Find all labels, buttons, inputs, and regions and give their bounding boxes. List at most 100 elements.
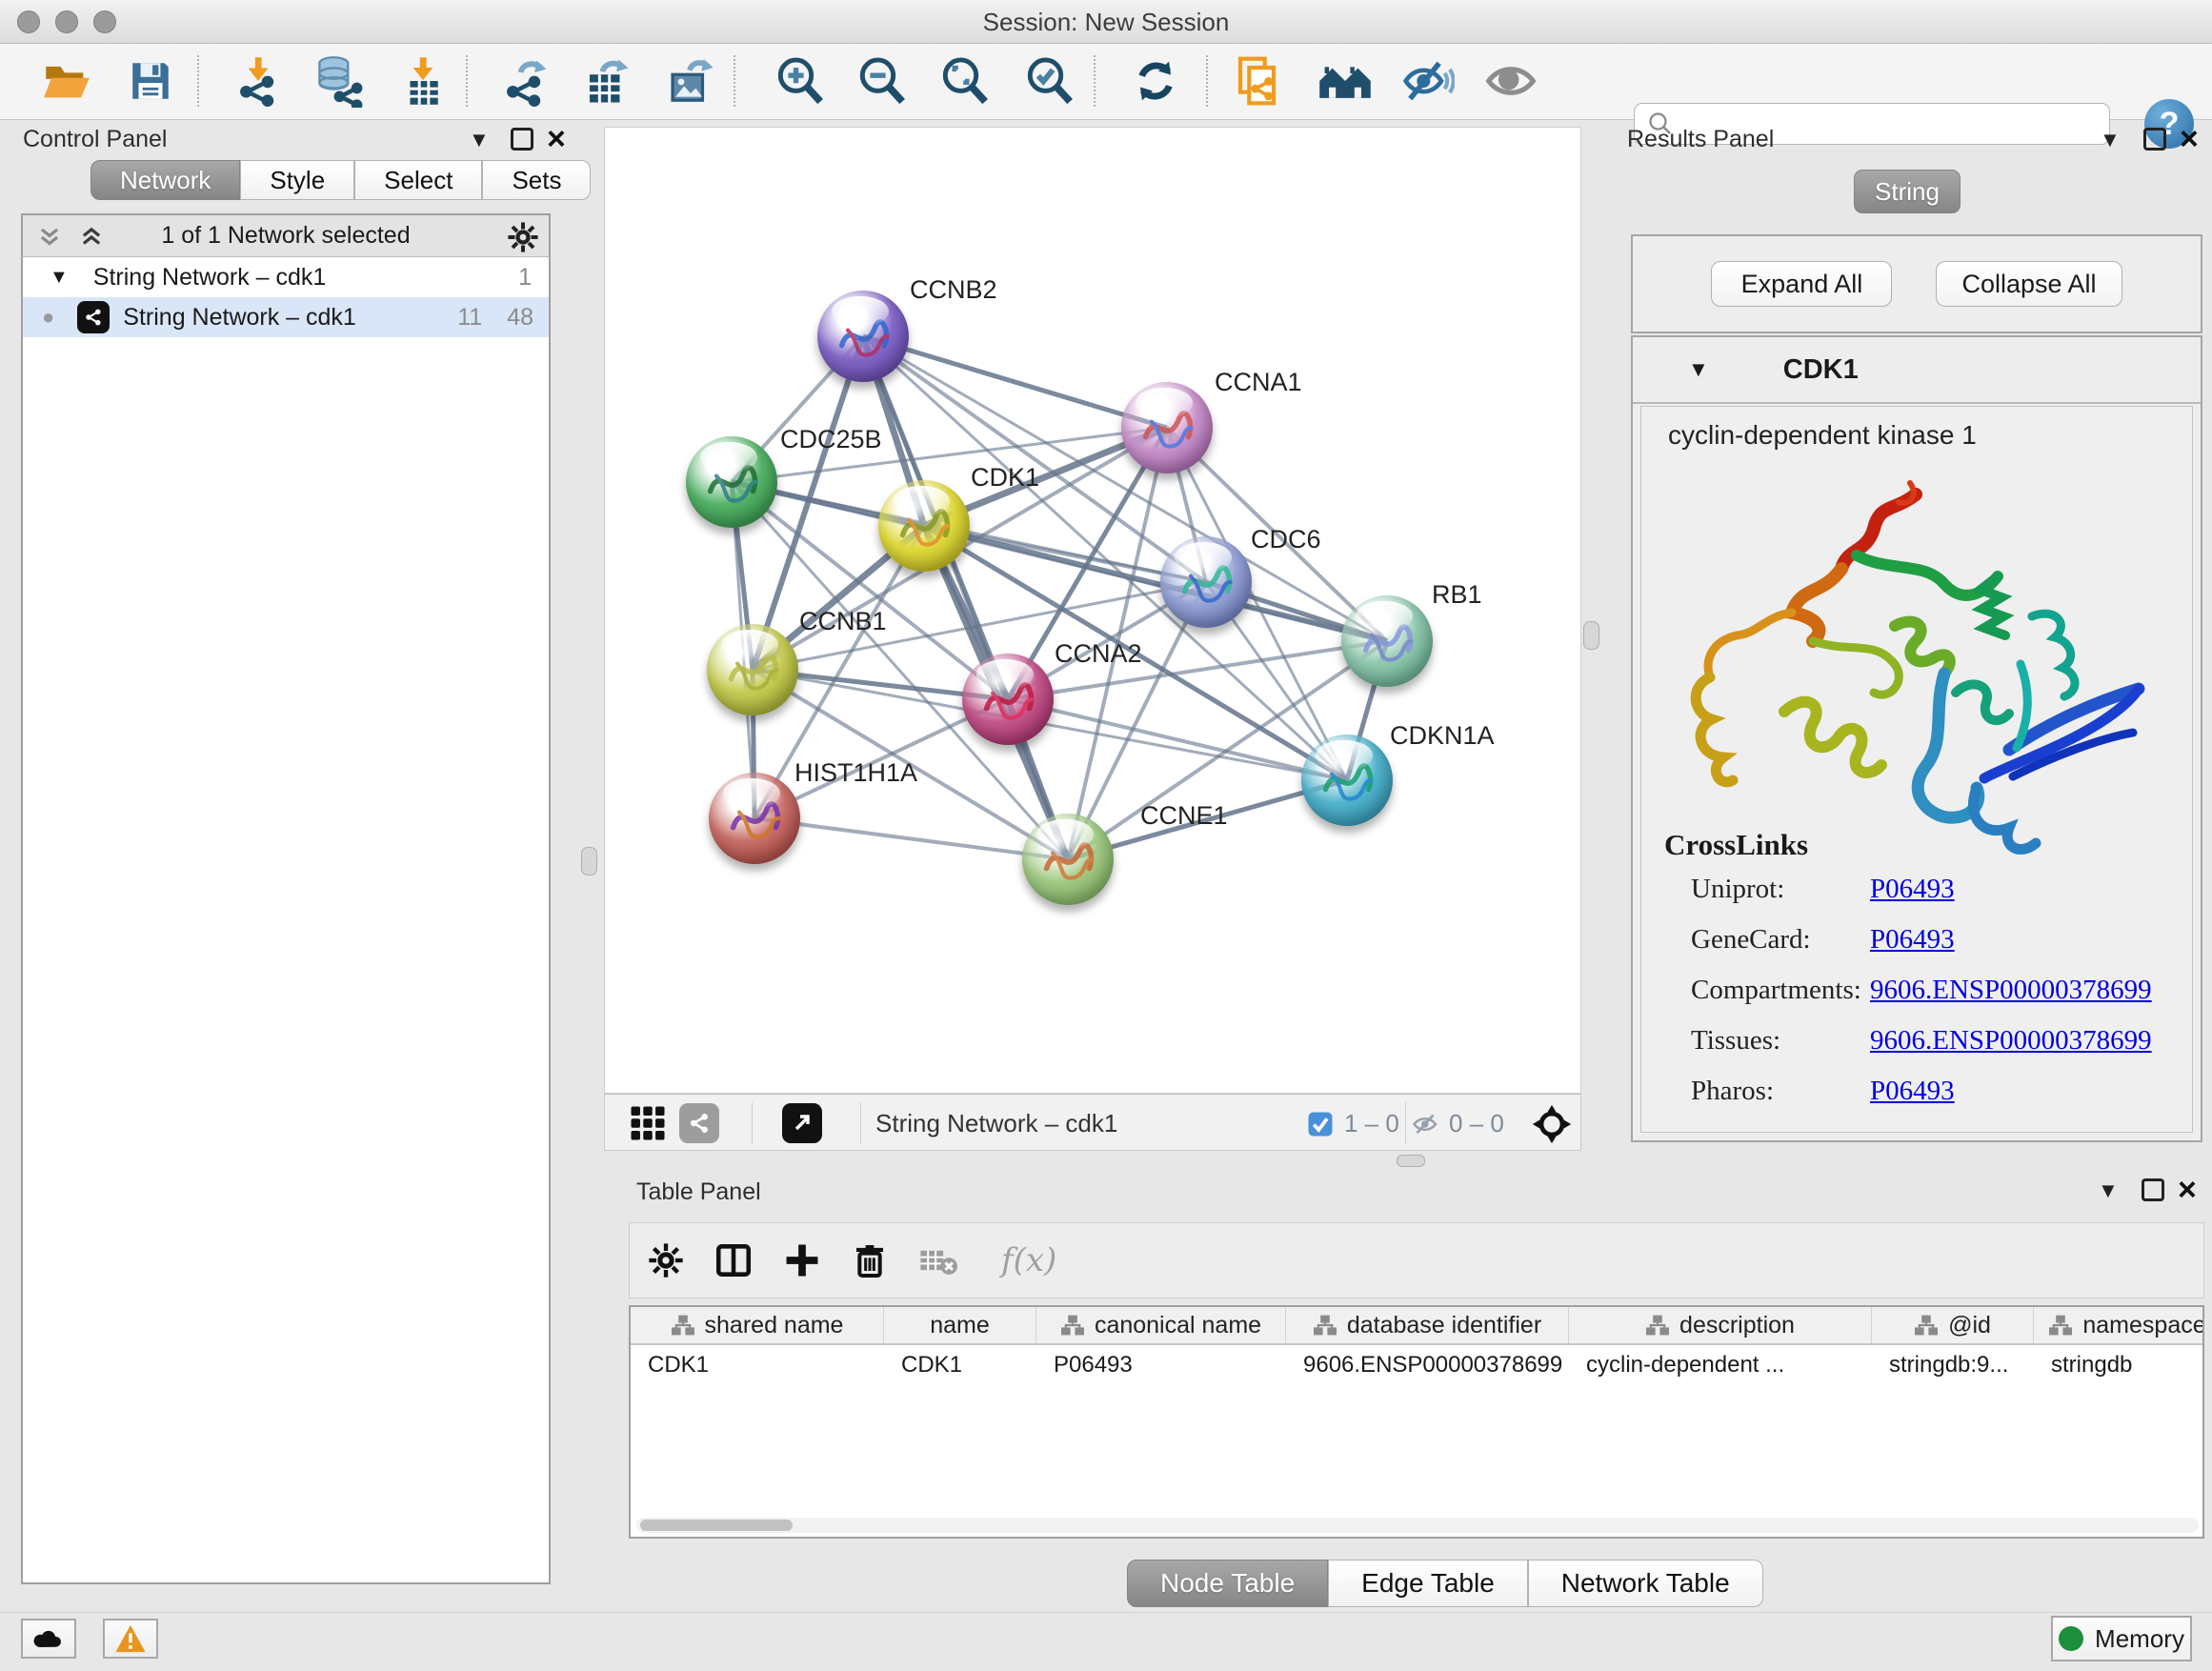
show-hide-graphics-button[interactable] [1399, 51, 1457, 111]
open-session-button[interactable] [38, 51, 95, 111]
grid-view-button[interactable] [628, 1103, 668, 1150]
column-header-database-identifier[interactable]: database identifier [1286, 1307, 1569, 1343]
table-panel-titlebar: Table Panel ▼ × [636, 1178, 2199, 1209]
table-cell[interactable]: cyclin-dependent ... [1569, 1345, 1872, 1385]
table-horizontal-scrollbar[interactable] [636, 1518, 2199, 1533]
detach-view-button[interactable] [782, 1103, 822, 1143]
export-image-button[interactable] [661, 51, 718, 111]
zoom-selected-button[interactable] [1021, 51, 1078, 111]
function-builder-button[interactable]: f(x) [1001, 1241, 1056, 1279]
tab-edge-table[interactable]: Edge Table [1328, 1560, 1528, 1607]
column-header-shared-name[interactable]: shared name [631, 1307, 884, 1343]
results-panel-menu-button[interactable]: ▼ [2100, 128, 2121, 152]
warnings-button[interactable] [103, 1619, 158, 1659]
table-cell[interactable]: CDK1 [631, 1345, 884, 1385]
tab-network[interactable]: Network [90, 160, 240, 200]
zoom-out-button[interactable] [854, 51, 911, 111]
gear-icon[interactable] [507, 221, 539, 253]
column-header-label: @id [1948, 1312, 1991, 1339]
eye-button[interactable] [1482, 51, 1539, 111]
delete-column-trash-icon[interactable] [851, 1241, 889, 1279]
save-session-button[interactable] [122, 51, 179, 111]
table-panel-close-button[interactable]: × [2178, 1178, 2197, 1201]
crosslink-compartments-link[interactable]: 9606.ENSP00000378699 [1870, 975, 2152, 1006]
birds-eye-toggle[interactable] [1531, 1103, 1573, 1152]
tab-node-table[interactable]: Node Table [1127, 1560, 1328, 1607]
crosslink-genecard-link[interactable]: P06493 [1870, 924, 1955, 956]
tab-select[interactable]: Select [354, 160, 482, 200]
table-row[interactable]: CDK1CDK1P064939606.ENSP00000378699cyclin… [631, 1345, 2202, 1385]
tab-sets[interactable]: Sets [482, 160, 591, 200]
results-panel-close-button[interactable]: × [2180, 128, 2199, 151]
protein-thumbnail [962, 654, 1054, 745]
table-cell[interactable]: stringdb:9... [1872, 1345, 2034, 1385]
import-network-database-button[interactable] [310, 51, 367, 111]
network-row[interactable]: ● String Network – cdk1 11 48 [23, 297, 549, 337]
bottom-splitter-handle[interactable] [1397, 1155, 1425, 1167]
crosslink-tissues-link[interactable]: 9606.ENSP00000378699 [1870, 1025, 2152, 1057]
tab-network-table[interactable]: Network Table [1528, 1560, 1763, 1607]
node-ccna1[interactable] [1121, 382, 1213, 473]
node-cdc6[interactable] [1160, 536, 1252, 628]
protein-section-header[interactable]: ▼ CDK1 [1633, 337, 2201, 404]
export-table-button[interactable] [578, 51, 635, 111]
selected-checkbox[interactable] [1306, 1110, 1335, 1145]
update-button[interactable] [1127, 51, 1184, 111]
node-rb1[interactable] [1341, 595, 1433, 687]
table-cell[interactable]: 9606.ENSP00000378699 [1286, 1345, 1569, 1385]
cloud-button[interactable] [21, 1619, 76, 1659]
node-ccne1[interactable] [1022, 814, 1114, 905]
memory-button[interactable]: Memory [2051, 1616, 2192, 1661]
node-cdk1[interactable] [878, 480, 970, 572]
import-network-file-button[interactable] [230, 51, 287, 111]
zoom-in-button[interactable] [772, 51, 829, 111]
scrollbar-thumb[interactable] [640, 1520, 793, 1531]
crosslink-uniprot-link[interactable]: P06493 [1870, 874, 1955, 905]
table-cell[interactable]: CDK1 [884, 1345, 1036, 1385]
column-header-namespace[interactable]: namespace [2034, 1307, 2204, 1343]
collection-expand-arrow[interactable]: ▼ [50, 267, 69, 289]
results-panel-float-button[interactable] [2143, 128, 2166, 151]
network-collection-row[interactable]: ▼ String Network – cdk1 1 [23, 257, 549, 297]
node-cdkn1a[interactable] [1301, 735, 1393, 826]
protein-collapse-arrow[interactable]: ▼ [1688, 357, 1709, 382]
control-panel-menu-button[interactable]: ▼ [469, 128, 490, 152]
export-network-button[interactable] [496, 51, 553, 111]
column-header-canonical-name[interactable]: canonical name [1036, 1307, 1286, 1343]
column-header-name[interactable]: name [884, 1307, 1036, 1343]
right-splitter-handle[interactable] [1583, 621, 1599, 650]
delete-table-icon[interactable] [917, 1239, 959, 1281]
duplicate-network-button[interactable] [1232, 51, 1289, 111]
show-columns-icon[interactable] [714, 1240, 754, 1280]
left-splitter-handle[interactable] [581, 847, 597, 876]
node-table[interactable]: shared namenamecanonical namedatabase id… [629, 1305, 2204, 1539]
table-cell[interactable]: P06493 [1036, 1345, 1286, 1385]
node-ccnb2[interactable] [817, 291, 909, 382]
add-column-plus-icon[interactable] [782, 1240, 822, 1280]
table-panel-menu-button[interactable]: ▼ [2098, 1178, 2119, 1203]
table-panel-float-button[interactable] [2142, 1178, 2164, 1201]
table-cell[interactable]: stringdb [2034, 1345, 2204, 1385]
node-hist1h1a[interactable] [709, 773, 800, 864]
string-home-button[interactable] [1317, 51, 1374, 111]
node-cdc25b[interactable] [686, 436, 777, 528]
tab-style[interactable]: Style [240, 160, 354, 200]
crosslink-pharos-link[interactable]: P06493 [1870, 1076, 1955, 1107]
column-header--id[interactable]: @id [1872, 1307, 2034, 1343]
footer-separator [752, 1102, 753, 1144]
node-ccna2[interactable] [962, 654, 1054, 745]
import-table-file-button[interactable] [394, 51, 452, 111]
network-canvas[interactable]: CCNB2CCNA1CDC25BCDK1CDC6RB1CCNB1CCNA2CDK… [604, 127, 1581, 1094]
expand-all-button[interactable]: Expand All [1711, 261, 1892, 307]
table-settings-gear-icon[interactable] [647, 1241, 685, 1279]
column-header-description[interactable]: description [1569, 1307, 1872, 1343]
string-view-button[interactable] [679, 1103, 719, 1143]
control-panel-float-button[interactable] [511, 128, 533, 151]
control-panel-close-button[interactable]: × [547, 128, 566, 151]
zoom-fit-button[interactable] [936, 51, 994, 111]
results-panel-title: Results Panel [1627, 126, 1774, 152]
node-ccnb1[interactable] [707, 624, 798, 715]
hidden-eye-slash-icon[interactable] [1411, 1110, 1441, 1145]
collapse-all-button[interactable]: Collapse All [1936, 261, 2122, 307]
tab-string[interactable]: String [1854, 170, 1961, 213]
